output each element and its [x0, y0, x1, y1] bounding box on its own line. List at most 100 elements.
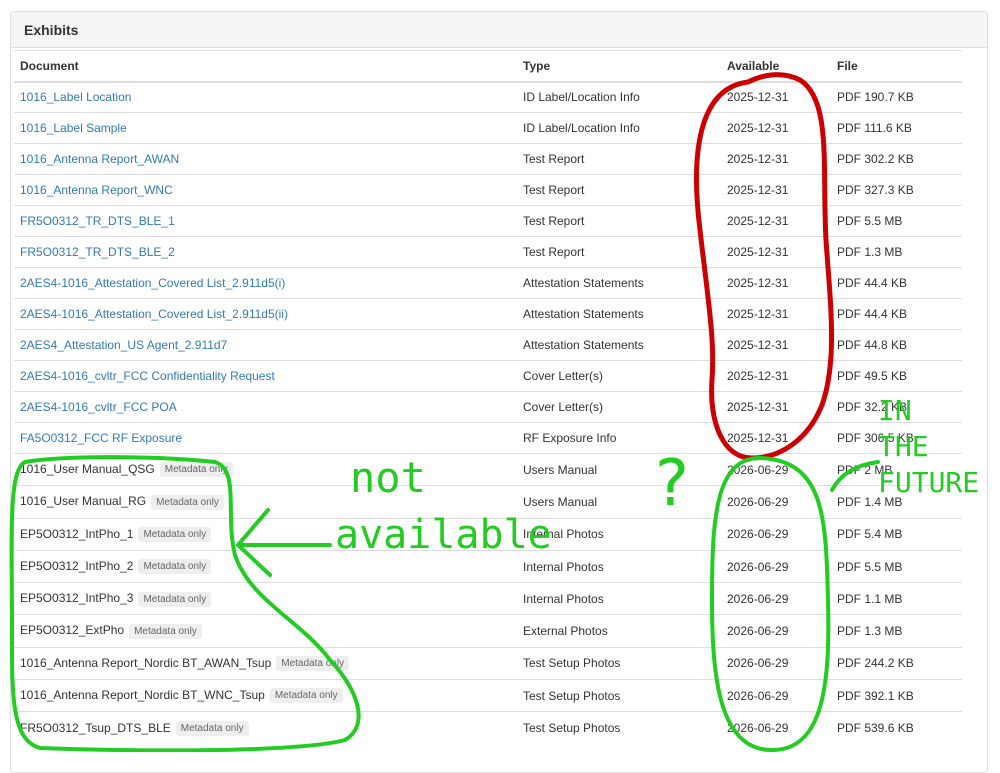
- type-cell: Test Report: [517, 236, 721, 268]
- table-row: EP5O0312_ExtPho Metadata only External Pho…: [14, 614, 962, 648]
- header-document[interactable]: Document: [14, 50, 517, 83]
- document-link[interactable]: FR5O0312_TR_DTS_BLE_1: [20, 214, 175, 228]
- available-cell: 2025-12-31: [721, 112, 831, 144]
- available-cell: 2026-06-29: [721, 679, 831, 712]
- table-row: 2AES4-1016_Attestation_Covered List_2.91…: [14, 298, 962, 330]
- document-name: EP5O0312_IntPho_3: [20, 591, 134, 606]
- document-name: 1016_User Manual_RG: [20, 494, 147, 509]
- document-cell: 1016_User Manual_QSG Metadata only: [14, 452, 517, 486]
- document-cell: 2AES4-1016_cvltr_FCC Confidentiality Req…: [14, 360, 517, 392]
- metadata-only-badge: Metadata only: [159, 462, 233, 478]
- document-cell: 1016_Label Location: [14, 81, 517, 113]
- type-cell: Test Setup Photos: [517, 679, 721, 712]
- document-cell: 1016_Antenna Report_Nordic BT_AWAN_Tsup M…: [14, 646, 517, 680]
- available-cell: 2025-12-31: [721, 267, 831, 299]
- available-cell: 2025-12-31: [721, 391, 831, 423]
- type-cell: Test Report: [517, 174, 721, 206]
- document-link[interactable]: 2AES4-1016_Attestation_Covered List_2.91…: [20, 307, 288, 321]
- document-cell: 1016_User Manual_RG Metadata only: [14, 485, 517, 519]
- table-header-row: Document Type Available File: [14, 50, 962, 83]
- document-cell: EP5O0312_ExtPho Metadata only: [14, 614, 517, 648]
- file-cell: PDF 44.4 KB: [831, 298, 962, 330]
- metadata-only-badge: Metadata only: [276, 656, 350, 672]
- type-cell: Cover Letter(s): [517, 360, 721, 392]
- header-available[interactable]: Available: [721, 50, 831, 83]
- file-cell: PDF 44.4 KB: [831, 267, 962, 299]
- document-link[interactable]: FR5O0312_TR_DTS_BLE_2: [20, 245, 175, 259]
- document-cell: 2AES4_Attestation_US Agent_2.911d7: [14, 329, 517, 361]
- available-cell: 2026-06-29: [721, 517, 831, 551]
- type-cell: ID Label/Location Info: [517, 81, 721, 113]
- document-cell: 2AES4-1016_Attestation_Covered List_2.91…: [14, 267, 517, 299]
- table-row: FA5O0312_FCC RF Exposure RF Exposure Info…: [14, 422, 962, 454]
- type-cell: Test Report: [517, 143, 721, 175]
- table-row: 1016_Antenna Report_WNC Test Report 2025-1…: [14, 174, 962, 206]
- table-row: 1016_User Manual_QSG Metadata only Users M…: [14, 452, 962, 486]
- file-cell: PDF 392.1 KB: [831, 679, 962, 712]
- document-cell: FA5O0312_FCC RF Exposure: [14, 422, 517, 454]
- type-cell: Users Manual: [517, 452, 721, 486]
- table-row: 2AES4-1016_cvltr_FCC Confidentiality Req…: [14, 360, 962, 392]
- document-name: EP5O0312_IntPho_2: [20, 558, 134, 573]
- file-cell: PDF 1.3 MB: [831, 236, 962, 268]
- available-cell: 2026-06-29: [721, 582, 831, 615]
- metadata-only-badge: Metadata only: [175, 720, 249, 736]
- metadata-only-badge: Metadata only: [151, 494, 224, 510]
- document-name: FR5O0312_Tsup_DTS_BLE: [20, 720, 171, 735]
- metadata-only-badge: Metadata only: [129, 623, 202, 639]
- file-cell: PDF 49.5 KB: [831, 360, 962, 392]
- table-row: 1016_Antenna Report_Nordic BT_WNC_Tsup Me…: [14, 679, 962, 712]
- document-cell: 1016_Label Sample: [14, 112, 517, 144]
- file-cell: PDF 1.4 MB: [831, 485, 962, 519]
- panel-title: Exhibits: [11, 12, 987, 48]
- exhibits-table: Document Type Available File 1016_Label …: [14, 50, 962, 745]
- available-cell: 2026-06-29: [721, 711, 831, 745]
- file-cell: PDF 539.6 KB: [831, 711, 962, 745]
- table-row: FR5O0312_Tsup_DTS_BLE Metadata only Test S…: [14, 711, 962, 745]
- available-cell: 2025-12-31: [721, 329, 831, 361]
- document-link[interactable]: 2AES4-1016_cvltr_FCC POA: [20, 400, 177, 414]
- document-cell: 2AES4-1016_Attestation_Covered List_2.91…: [14, 298, 517, 330]
- file-cell: PDF 190.7 KB: [831, 81, 962, 113]
- file-cell: PDF 5.5 MB: [831, 549, 962, 583]
- document-name: 1016_User Manual_QSG: [20, 461, 155, 476]
- type-cell: Test Setup Photos: [517, 646, 721, 680]
- document-name: 1016_Antenna Report_Nordic BT_WNC_Tsup: [20, 688, 265, 703]
- document-link[interactable]: 1016_Antenna Report_WNC: [20, 183, 173, 197]
- type-cell: Test Report: [517, 205, 721, 237]
- file-cell: PDF 5.4 MB: [831, 517, 962, 551]
- document-link[interactable]: FA5O0312_FCC RF Exposure: [20, 431, 182, 445]
- type-cell: Test Setup Photos: [517, 711, 721, 745]
- file-cell: PDF 2 MB: [831, 452, 962, 486]
- document-name: EP5O0312_ExtPho: [20, 623, 125, 638]
- table-row: 1016_Antenna Report_AWAN Test Report 2025-…: [14, 143, 962, 175]
- type-cell: Cover Letter(s): [517, 391, 721, 423]
- available-cell: 2025-12-31: [721, 205, 831, 237]
- table-row: 1016_Label Sample ID Label/Location Info 2…: [14, 112, 962, 144]
- file-cell: PDF 1.1 MB: [831, 582, 962, 615]
- metadata-only-badge: Metadata only: [138, 559, 212, 575]
- document-link[interactable]: 1016_Label Sample: [20, 121, 127, 135]
- type-cell: Attestation Statements: [517, 329, 721, 361]
- table-row: EP5O0312_IntPho_2 Metadata only Internal P…: [14, 549, 962, 583]
- document-link[interactable]: 1016_Antenna Report_AWAN: [20, 152, 179, 166]
- header-file[interactable]: File: [831, 50, 962, 83]
- available-cell: 2026-06-29: [721, 614, 831, 648]
- type-cell: Attestation Statements: [517, 267, 721, 299]
- file-cell: PDF 302.2 KB: [831, 143, 962, 175]
- table-row: 2AES4-1016_cvltr_FCC POA Cover Letter(s) 2…: [14, 391, 962, 423]
- document-link[interactable]: 2AES4-1016_cvltr_FCC Confidentiality Req…: [20, 369, 275, 383]
- type-cell: External Photos: [517, 614, 721, 648]
- document-link[interactable]: 2AES4_Attestation_US Agent_2.911d7: [20, 338, 227, 352]
- header-type[interactable]: Type: [517, 50, 721, 83]
- table-row: 2AES4-1016_Attestation_Covered List_2.91…: [14, 267, 962, 299]
- document-link[interactable]: 1016_Label Location: [20, 90, 131, 104]
- table-row: FR5O0312_TR_DTS_BLE_2 Test Report 2025-12-…: [14, 236, 962, 268]
- available-cell: 2025-12-31: [721, 236, 831, 268]
- document-cell: 1016_Antenna Report_Nordic BT_WNC_Tsup Me…: [14, 679, 517, 712]
- available-cell: 2025-12-31: [721, 298, 831, 330]
- table-row: FR5O0312_TR_DTS_BLE_1 Test Report 2025-12-…: [14, 205, 962, 237]
- document-link[interactable]: 2AES4-1016_Attestation_Covered List_2.91…: [20, 276, 285, 290]
- document-cell: EP5O0312_IntPho_3 Metadata only: [14, 582, 517, 615]
- type-cell: Attestation Statements: [517, 298, 721, 330]
